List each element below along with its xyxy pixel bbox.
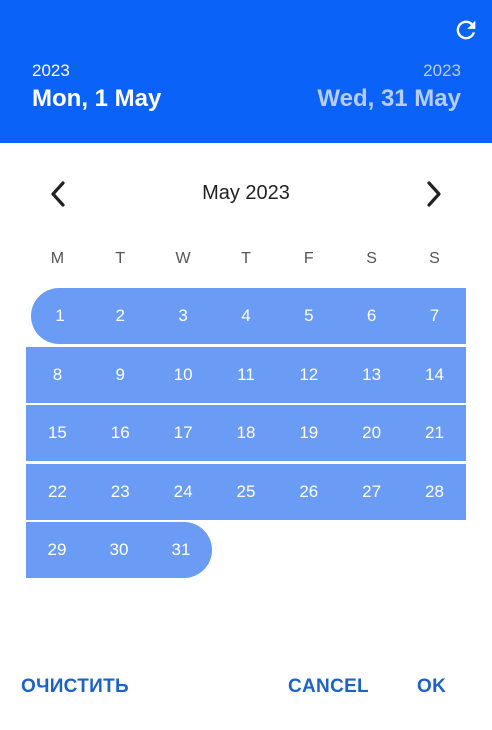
calendar-day[interactable]: 10 — [152, 347, 215, 403]
calendar-day[interactable]: 17 — [152, 405, 215, 461]
calendar-day[interactable]: 19 — [277, 405, 340, 461]
calendar-day[interactable]: 29 — [26, 522, 88, 578]
start-year[interactable]: 2023 — [32, 61, 70, 81]
calendar-day[interactable]: 28 — [403, 464, 466, 520]
calendar-day[interactable]: 15 — [26, 405, 89, 461]
chevron-right-icon — [427, 181, 441, 207]
ok-button[interactable]: OK — [417, 676, 446, 698]
calendar-day[interactable]: 31 — [150, 522, 212, 578]
calendar-day[interactable]: 11 — [215, 347, 278, 403]
dialog-actions: ОЧИСТИТЬ CANCEL OK — [0, 672, 492, 704]
calendar-grid: 1 2 3 4 5 6 7 8 9 10 11 12 13 14 15 16 1… — [26, 288, 466, 581]
calendar-day[interactable]: 30 — [88, 522, 150, 578]
calendar-day[interactable]: 20 — [340, 405, 403, 461]
end-year[interactable]: 2023 — [423, 61, 461, 81]
calendar-day[interactable]: 21 — [403, 405, 466, 461]
month-navigation: May 2023 — [0, 170, 492, 216]
calendar-day[interactable]: 8 — [26, 347, 89, 403]
next-month-button[interactable] — [416, 176, 452, 212]
start-date[interactable]: Mon, 1 May — [32, 85, 161, 113]
weekday-label: F — [303, 250, 314, 267]
refresh-icon — [456, 20, 476, 40]
calendar-day[interactable]: 27 — [340, 464, 403, 520]
calendar-day[interactable]: 5 — [277, 288, 340, 344]
calendar-day[interactable]: 9 — [89, 347, 152, 403]
calendar-day[interactable]: 3 — [152, 288, 215, 344]
calendar-week-row: 29 30 31 — [26, 522, 212, 578]
calendar-day[interactable]: 25 — [215, 464, 278, 520]
calendar-day[interactable]: 23 — [89, 464, 152, 520]
calendar-week-row: 1 2 3 4 5 6 7 — [31, 288, 466, 344]
calendar-day[interactable]: 6 — [340, 288, 403, 344]
calendar-day[interactable]: 4 — [215, 288, 278, 344]
calendar-day[interactable]: 22 — [26, 464, 89, 520]
calendar-day[interactable]: 14 — [403, 347, 466, 403]
weekday-label: S — [429, 250, 440, 267]
calendar-day[interactable]: 16 — [89, 405, 152, 461]
weekday-label: S — [366, 250, 377, 267]
weekday-label: M — [50, 250, 65, 267]
calendar-week-row: 8 9 10 11 12 13 14 — [26, 346, 466, 403]
refresh-button[interactable] — [450, 14, 482, 46]
cancel-button[interactable]: CANCEL — [288, 676, 369, 698]
weekday-label: W — [175, 250, 191, 267]
calendar-day[interactable]: 2 — [89, 288, 152, 344]
calendar-day[interactable]: 7 — [403, 288, 466, 344]
calendar-day[interactable]: 12 — [277, 347, 340, 403]
calendar-week-row: 22 23 24 25 26 27 28 — [26, 463, 466, 520]
calendar-day[interactable]: 24 — [152, 464, 215, 520]
weekday-header-row: M T W T F S S — [26, 250, 466, 272]
calendar-day[interactable]: 13 — [340, 347, 403, 403]
end-date[interactable]: Wed, 31 May — [317, 85, 461, 113]
calendar-day[interactable]: 1 — [31, 288, 89, 344]
calendar-week-row: 15 16 17 18 19 20 21 — [26, 405, 466, 461]
weekday-label: T — [241, 250, 251, 267]
clear-button[interactable]: ОЧИСТИТЬ — [21, 676, 129, 698]
weekday-label: T — [115, 250, 126, 267]
calendar-day[interactable]: 26 — [277, 464, 340, 520]
date-range-header: 2023 Mon, 1 May 2023 Wed, 31 May — [0, 0, 492, 143]
calendar-day[interactable]: 18 — [215, 405, 278, 461]
